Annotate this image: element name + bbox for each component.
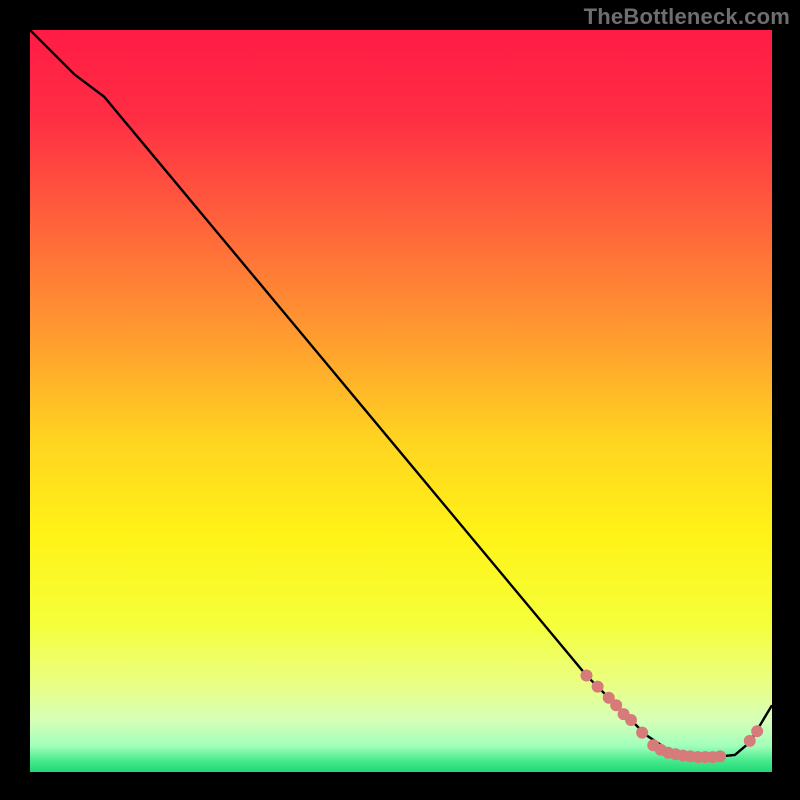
marker-point [625, 714, 637, 726]
chart-frame: TheBottleneck.com [0, 0, 800, 800]
marker-point [714, 750, 726, 762]
watermark-text: TheBottleneck.com [584, 4, 790, 30]
chart-svg [30, 30, 772, 772]
marker-point [636, 727, 648, 739]
marker-point [744, 735, 756, 747]
marker-point [751, 725, 763, 737]
plot-area [30, 30, 772, 772]
marker-point [592, 681, 604, 693]
marker-point [581, 670, 593, 682]
